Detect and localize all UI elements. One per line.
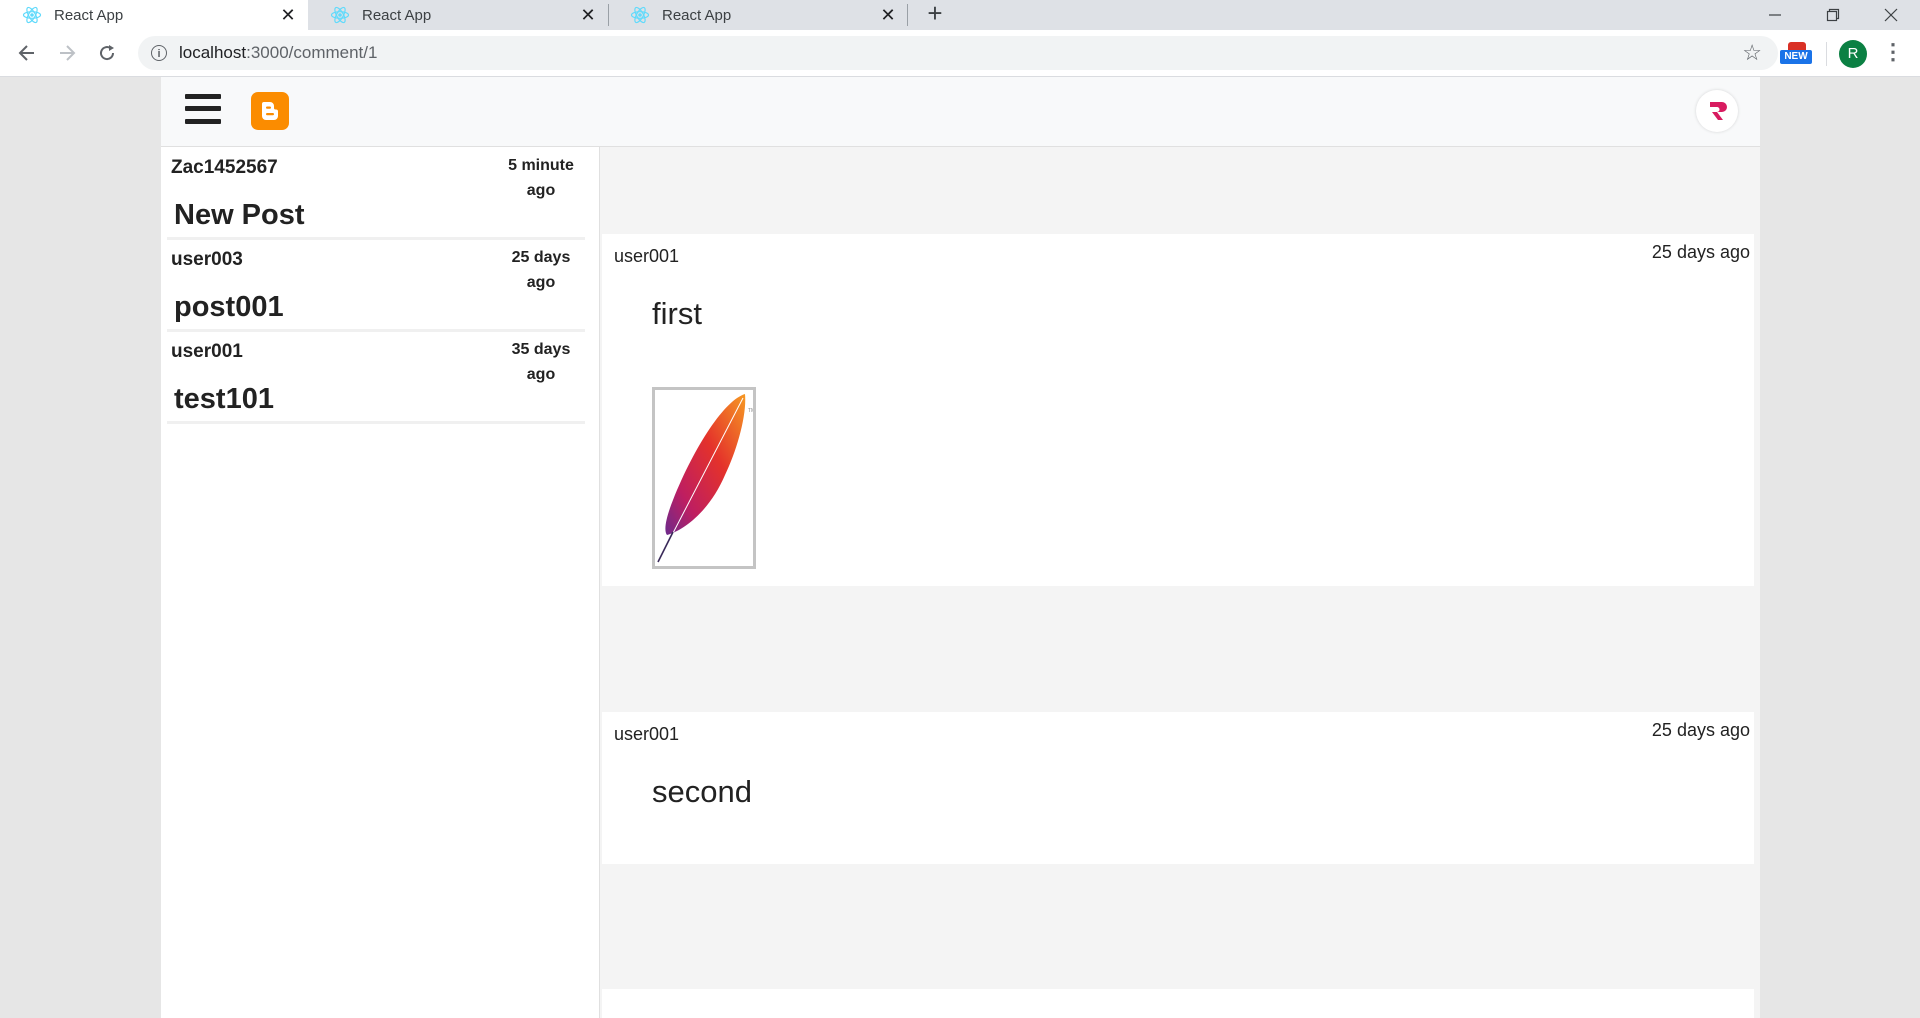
window-close-icon[interactable] [1868, 0, 1914, 30]
info-icon[interactable]: i [151, 45, 167, 61]
post-title: test101 [174, 383, 274, 415]
react-icon [22, 6, 42, 24]
tab-separator [907, 4, 908, 26]
close-icon[interactable]: ✕ [578, 5, 598, 26]
more-menu-icon[interactable]: ⋮ [1882, 40, 1904, 68]
post-author: user001 [171, 341, 243, 362]
forward-arrow-icon[interactable] [52, 38, 82, 68]
app-header [161, 77, 1760, 147]
svg-text:TM: TM [748, 408, 753, 414]
post-time: 25 days ago [501, 245, 581, 295]
post-author: Zac1452567 [171, 157, 278, 178]
toolbar-divider [1826, 42, 1827, 66]
post-time-line: ago [526, 366, 556, 383]
post-time-line: ago [526, 274, 556, 291]
tab-title: React App [54, 6, 124, 24]
minimize-icon[interactable] [1752, 0, 1798, 30]
post-time-line: 25 days [511, 249, 571, 266]
react-icon [630, 6, 650, 24]
post-author: user003 [171, 249, 243, 270]
bookmark-star-icon[interactable]: ☆ [1742, 42, 1762, 64]
comments-panel: user001 25 days ago first T user001 25 d… [600, 147, 1760, 1018]
post-list-item[interactable]: Zac1452567 5 minute ago New Post [167, 147, 585, 240]
post-time-line: 5 minute [508, 157, 574, 174]
comment-text: second [652, 774, 752, 809]
comment-user[interactable]: user001 [614, 724, 679, 745]
comment-card: user001 25 days ago first T [602, 234, 1754, 586]
back-arrow-icon[interactable] [12, 38, 42, 68]
close-icon[interactable]: ✕ [278, 5, 298, 26]
comment-card: user001 25 days ago second [602, 712, 1754, 864]
comment-image[interactable]: TM [652, 387, 756, 569]
hamburger-menu-icon[interactable] [185, 94, 221, 124]
browser-tab[interactable]: React App ✕ [308, 0, 608, 30]
browser-tab[interactable]: React App ✕ [608, 0, 908, 30]
url-path: :3000/comment/1 [246, 43, 378, 62]
comment-time: 25 days ago [1651, 242, 1750, 262]
post-time-line: ago [526, 182, 556, 199]
post-time: 35 days ago [501, 337, 581, 387]
tab-title: React App [662, 6, 732, 24]
url-host: localhost [179, 43, 247, 62]
brand-logo-icon[interactable] [1696, 90, 1738, 132]
post-title: post001 [174, 291, 284, 323]
post-list-item[interactable]: user001 35 days ago test101 [167, 331, 585, 424]
browser-tab[interactable]: React App ✕ [0, 0, 308, 30]
address-bar[interactable]: i localhost:3000/comment/1 ☆ [138, 36, 1778, 70]
browser-tab-strip: React App ✕ React App ✕ React App ✕ + [0, 0, 1920, 30]
blogger-icon[interactable] [251, 92, 289, 130]
post-list-sidebar: Zac1452567 5 minute ago New Post user003… [161, 147, 600, 1018]
reload-icon[interactable] [92, 38, 122, 68]
comment-time: 25 days ago [1651, 720, 1750, 740]
profile-avatar[interactable]: R [1839, 40, 1867, 68]
restore-icon[interactable] [1810, 0, 1856, 30]
browser-toolbar: i localhost:3000/comment/1 ☆ NEW R ⋮ [0, 30, 1920, 77]
comment-card [602, 989, 1754, 1018]
extension-icon[interactable]: NEW [1778, 40, 1816, 70]
tab-title: React App [362, 6, 432, 24]
post-title: New Post [174, 199, 305, 231]
apache-feather-icon: TM [657, 394, 755, 563]
new-badge: NEW [1780, 50, 1812, 64]
app-container: Zac1452567 5 minute ago New Post user003… [161, 77, 1760, 1018]
new-tab-button[interactable]: + [920, 0, 950, 30]
post-time-line: 35 days [511, 341, 571, 358]
react-icon [330, 6, 350, 24]
post-time: 5 minute ago [501, 153, 581, 203]
close-icon[interactable]: ✕ [878, 5, 898, 26]
comment-user[interactable]: user001 [614, 246, 679, 267]
comment-text: first [652, 296, 702, 331]
post-list-item[interactable]: user003 25 days ago post001 [167, 239, 585, 332]
